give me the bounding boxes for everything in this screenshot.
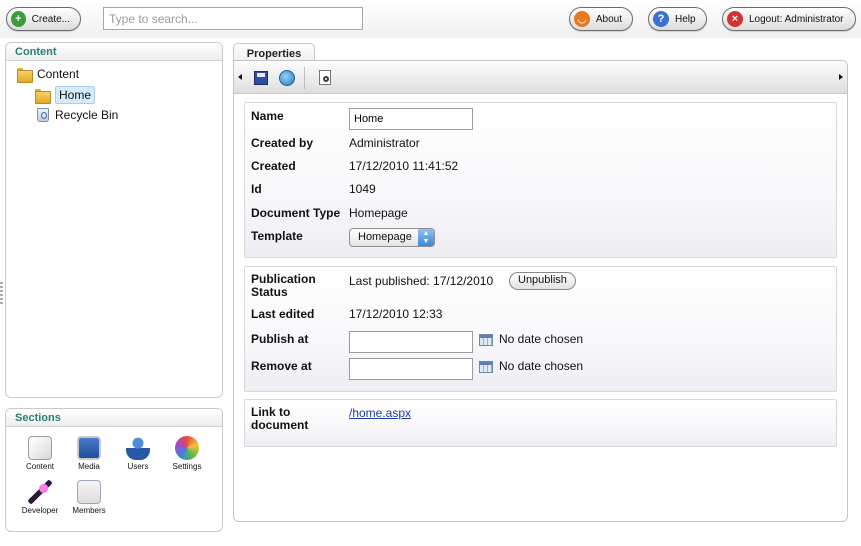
- calendar-icon[interactable]: [479, 334, 493, 346]
- sections-panel-title: Sections: [6, 409, 222, 427]
- document-link[interactable]: /home.aspx: [349, 406, 411, 420]
- content-panel-title: Content: [6, 43, 222, 61]
- about-button[interactable]: ◡ About: [569, 7, 633, 31]
- tree-item-label: Recycle Bin: [55, 108, 119, 122]
- last-edited-label: Last edited: [251, 307, 315, 321]
- publication-status-value: Last published: 17/12/2010: [349, 274, 494, 288]
- search-input[interactable]: [103, 7, 363, 30]
- about-label: About: [595, 13, 622, 25]
- help-button[interactable]: ? Help: [648, 7, 707, 31]
- preview-button[interactable]: [316, 69, 334, 87]
- document-type-label: Document Type: [251, 206, 341, 220]
- developer-wand-icon: [28, 480, 52, 504]
- content-panel: Content Content Home Recycle Bin: [5, 42, 223, 398]
- calendar-icon[interactable]: [479, 361, 493, 373]
- toolbar: [234, 61, 847, 94]
- id-value: 1049: [349, 182, 376, 196]
- template-select[interactable]: Homepage ▲ ▼: [349, 228, 435, 247]
- template-selected-value: Homepage: [358, 231, 412, 243]
- settings-color-wheel-icon: [175, 436, 199, 460]
- section-members[interactable]: Members: [67, 480, 111, 515]
- last-edited-value: 17/12/2010 12:33: [349, 307, 443, 321]
- name-input[interactable]: [349, 108, 473, 130]
- unpublish-label: Unpublish: [518, 274, 567, 286]
- help-icon: ?: [653, 11, 669, 27]
- properties-panel: Name Created by Administrator Created 17…: [233, 60, 848, 522]
- section-label: Developer: [21, 506, 59, 515]
- unpublish-button[interactable]: Unpublish: [509, 272, 576, 290]
- created-label: Created: [251, 159, 296, 173]
- section-content[interactable]: Content: [18, 436, 62, 471]
- plus-icon: +: [11, 11, 26, 27]
- section-media[interactable]: Media: [67, 436, 111, 471]
- publication-status-label: Publication Status: [251, 272, 316, 299]
- link-to-document-label: Link to document: [251, 405, 309, 432]
- members-card-icon: [77, 480, 101, 504]
- tree-item-home[interactable]: Home: [35, 86, 96, 104]
- toolbar-divider: [304, 67, 305, 89]
- section-label: Settings: [172, 462, 202, 471]
- create-label: Create...: [31, 13, 70, 25]
- logout-label: Logout: Administrator: [749, 13, 844, 25]
- media-monitor-icon: [77, 436, 101, 460]
- save-publish-button[interactable]: [278, 69, 296, 87]
- section-label: Media: [78, 462, 100, 471]
- section-label: Content: [25, 462, 55, 471]
- document-properties-block: Name Created by Administrator Created 17…: [244, 102, 837, 258]
- publish-at-label: Publish at: [251, 332, 309, 346]
- created-by-label: Created by: [251, 136, 314, 150]
- tree-item-content[interactable]: Content: [17, 67, 80, 83]
- link-block: Link to document /home.aspx: [244, 399, 837, 447]
- tree-item-label: Content: [37, 67, 80, 81]
- remove-at-label: Remove at: [251, 359, 312, 373]
- created-by-value: Administrator: [349, 136, 420, 150]
- select-arrows-icon: ▲ ▼: [418, 229, 434, 246]
- template-label: Template: [251, 229, 303, 243]
- publish-at-note: No date chosen: [499, 332, 584, 346]
- section-label: Members: [72, 506, 106, 515]
- remove-at-note: No date chosen: [499, 359, 584, 373]
- section-users[interactable]: Users: [116, 436, 160, 471]
- publish-globe-icon: [279, 70, 295, 86]
- close-icon: ×: [727, 11, 743, 27]
- document-type-value: Homepage: [349, 206, 408, 220]
- folder-icon: [35, 88, 51, 104]
- id-label: Id: [251, 182, 262, 196]
- tab-label: Properties: [246, 48, 302, 60]
- users-person-icon: [126, 436, 150, 460]
- publish-at-input[interactable]: [349, 331, 473, 353]
- publication-block: Publication Status Last published: 17/12…: [244, 266, 837, 392]
- created-value: 17/12/2010 11:41:52: [349, 159, 459, 173]
- preview-magnifier-icon: [319, 70, 331, 85]
- scroll-left-arrow-icon[interactable]: [238, 74, 242, 80]
- logout-button[interactable]: × Logout: Administrator: [722, 7, 856, 31]
- top-bar: + Create... ◡ About ? Help × Logout: Adm…: [0, 0, 861, 38]
- content-pencil-icon: [28, 436, 52, 460]
- section-developer[interactable]: Developer: [18, 480, 62, 515]
- remove-at-input[interactable]: [349, 358, 473, 380]
- save-button[interactable]: [252, 69, 270, 87]
- about-icon: ◡: [574, 11, 590, 27]
- name-label: Name: [251, 109, 284, 123]
- section-settings[interactable]: Settings: [165, 436, 209, 471]
- folder-icon: [17, 67, 33, 83]
- splitter-handle[interactable]: [0, 282, 4, 306]
- scroll-right-arrow-icon[interactable]: [839, 74, 843, 80]
- tree-item-recycle-bin[interactable]: Recycle Bin: [37, 108, 118, 122]
- section-label: Users: [127, 462, 149, 471]
- tree-item-label: Home: [55, 86, 96, 104]
- recycle-bin-icon: [37, 108, 49, 122]
- save-disk-icon: [254, 71, 268, 85]
- help-label: Help: [675, 13, 696, 25]
- sections-panel: Sections Content Media Users Settings De…: [5, 408, 223, 532]
- create-button[interactable]: + Create...: [6, 7, 81, 31]
